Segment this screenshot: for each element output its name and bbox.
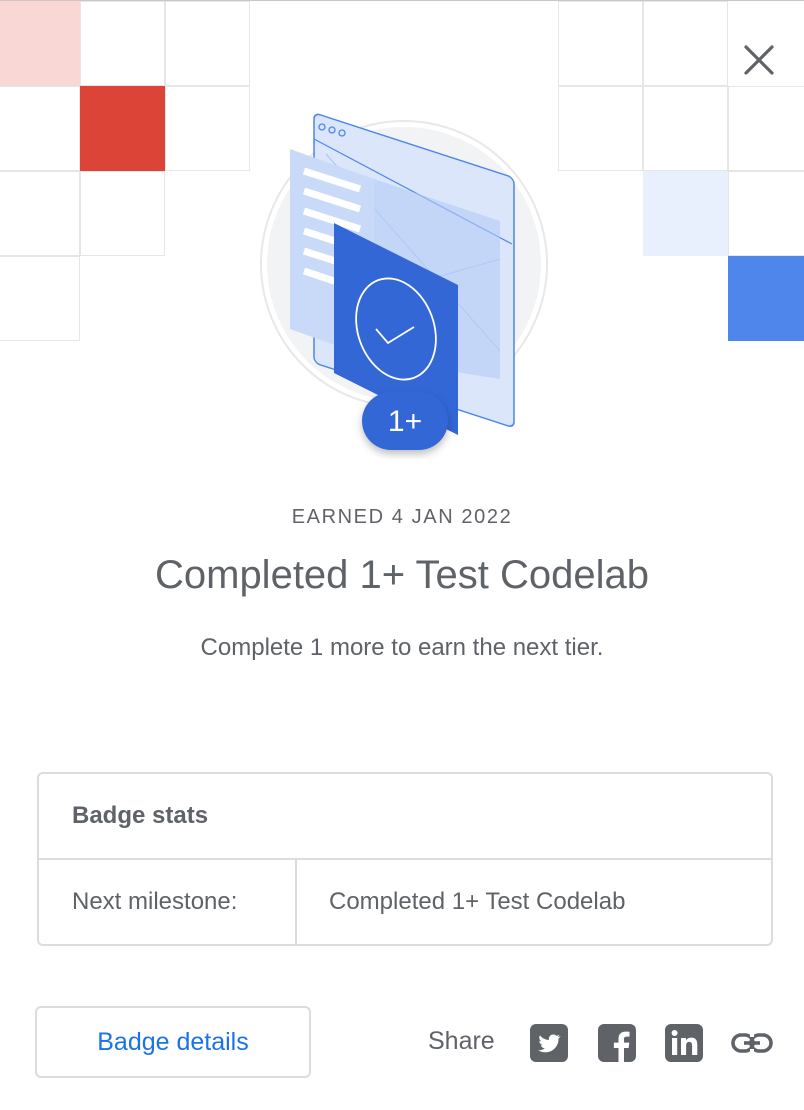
stats-row-value: Completed 1+ Test Codelab [329,888,626,915]
linkedin-icon[interactable] [665,1024,703,1062]
facebook-icon[interactable] [598,1024,636,1062]
earned-date: EARNED 4 JAN 2022 [291,506,513,528]
badge-dialog: 1+ EARNED 4 JAN 2022 Completed 1+ Test C… [0,0,804,1110]
badge-subtitle: Complete 1 more to earn the next tier. [200,634,604,661]
stats-heading: Badge stats [39,774,771,860]
twitter-icon[interactable] [530,1024,568,1062]
link-icon[interactable] [731,1024,773,1062]
stats-row-label: Next milestone: [39,860,297,944]
badge-title: Completed 1+ Test Codelab [154,553,650,597]
badge-stats-table: Badge stats Next milestone: Completed 1+… [37,772,773,946]
badge-details-button[interactable]: Badge details [35,1006,311,1078]
close-icon [744,45,774,75]
close-button[interactable] [730,31,788,89]
tier-label: 1+ [387,405,423,438]
share-label: Share [428,1027,495,1055]
table-row: Next milestone: Completed 1+ Test Codela… [39,860,771,944]
